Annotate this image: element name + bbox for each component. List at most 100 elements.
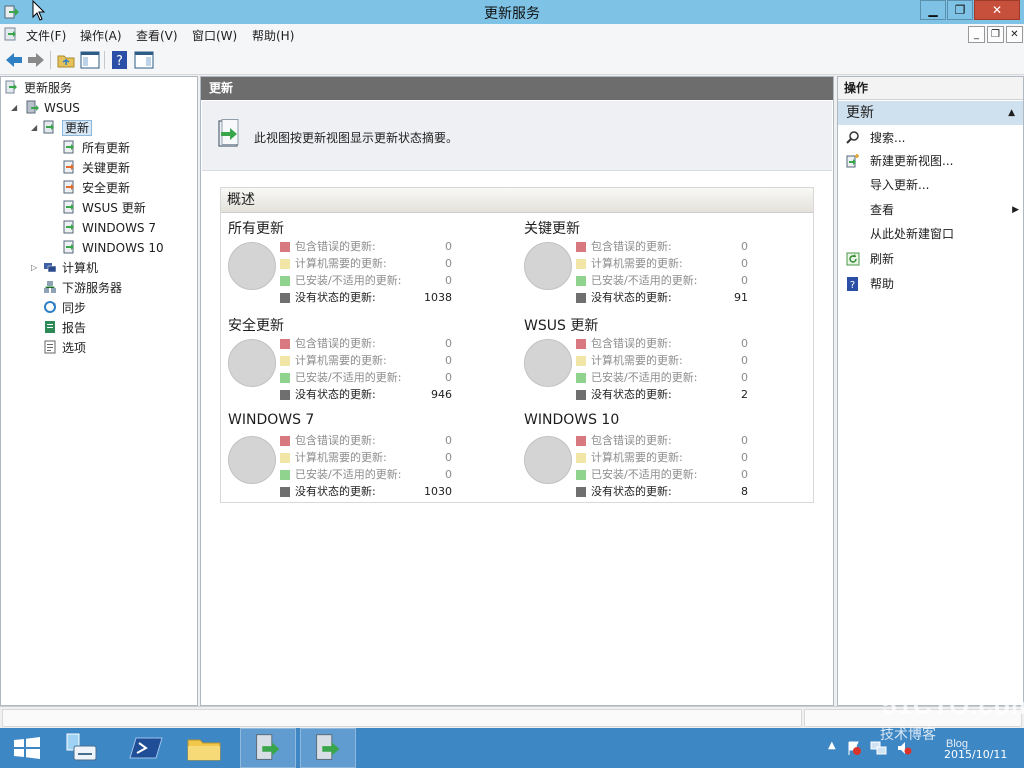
child-restore-button[interactable]: ❐ [987, 26, 1004, 43]
back-arrow-icon[interactable] [4, 50, 24, 70]
status-swatch [280, 356, 290, 366]
menu-view[interactable]: 查看(V) [136, 27, 178, 44]
tree-item-update-services[interactable]: 更新服务 [5, 79, 72, 98]
tree-item-wsus-server[interactable]: WSUS [25, 99, 80, 118]
status-swatch [280, 436, 290, 446]
title-bar: 更新服务 ▁ ❐ ✕ [0, 0, 1024, 24]
status-label: 计算机需要的更新: [295, 354, 387, 367]
group-title[interactable]: 关键更新 [524, 218, 580, 238]
update-services-taskbar-icon[interactable] [240, 728, 296, 768]
status-label: 已安装/不适用的更新: [591, 371, 698, 384]
tree-item-windows-10[interactable]: WINDOWS 10 [63, 239, 164, 258]
tree-item-windows-7[interactable]: WINDOWS 7 [63, 219, 156, 238]
status-swatch [280, 259, 290, 269]
status-row-errors: 包含错误的更新: 0 [576, 335, 756, 352]
tree-item-options[interactable]: 选项 [43, 339, 86, 358]
status-swatch [576, 276, 586, 286]
up-folder-icon[interactable] [56, 50, 76, 70]
powershell-icon[interactable] [118, 728, 174, 768]
status-pie-chart [228, 436, 276, 484]
status-count: 0 [741, 434, 748, 447]
start-windows-icon[interactable] [0, 728, 56, 768]
tree-item-critical-updates[interactable]: 关键更新 [63, 159, 130, 178]
action-help[interactable]: ? 帮助 [846, 274, 1021, 294]
search-icon [846, 131, 859, 144]
child-close-button[interactable]: ✕ [1006, 26, 1023, 43]
expand-arrow-icon[interactable]: ▷ [31, 263, 37, 272]
status-label: 包含错误的更新: [591, 337, 672, 350]
actions-pane: 操作 更新 ▲ 搜索... 新建更新视图... 导入更新... 查看 ▶ 从此处… [837, 76, 1024, 706]
collapse-arrow-icon[interactable]: ◢ [11, 103, 17, 112]
file-explorer-icon[interactable] [176, 728, 232, 768]
action-view[interactable]: 查看 ▶ [846, 200, 1021, 220]
status-count[interactable]: 8 [741, 483, 748, 500]
update-summary-group: 安全更新 包含错误的更新: 0 计算机需要的更新: 0 已安装/不适用的更新: 0 没有状态的… [228, 315, 518, 407]
status-label: 计算机需要的更新: [591, 257, 683, 270]
status-count: 0 [741, 371, 748, 384]
status-swatch [280, 487, 290, 497]
maximize-button[interactable]: ❐ [947, 0, 973, 20]
menu-file[interactable]: 文件(F) [26, 27, 66, 44]
menu-help[interactable]: 帮助(H) [252, 27, 294, 44]
status-count[interactable]: 91 [734, 289, 748, 306]
description-text: 此视图按更新视图显示更新状态摘要。 [254, 131, 459, 145]
group-title[interactable]: WSUS 更新 [524, 315, 598, 335]
restore-icon: ❐ [991, 29, 1000, 40]
status-swatch [576, 373, 586, 383]
menu-window[interactable]: 窗口(W) [192, 27, 237, 44]
tree-item-wsus-updates[interactable]: WSUS 更新 [63, 199, 146, 218]
status-count: 0 [741, 240, 748, 253]
watermark-subtitle: 技术博客 [880, 726, 936, 742]
tree-item-updates[interactable]: 更新 [43, 119, 93, 138]
status-label: 计算机需要的更新: [591, 451, 683, 464]
status-count[interactable]: 1030 [424, 483, 452, 500]
computers-icon [44, 263, 57, 273]
update-summary-group: 所有更新 包含错误的更新: 0 计算机需要的更新: 0 已安装/不适用的更新: 0 没有状态的… [228, 218, 518, 310]
group-title[interactable]: WINDOWS 10 [524, 412, 619, 428]
menu-action[interactable]: 操作(A) [80, 27, 122, 44]
tree-item-reports[interactable]: 报告 [43, 319, 86, 338]
group-title[interactable]: 所有更新 [228, 218, 284, 238]
status-pie-chart [228, 242, 276, 290]
tree-item-synchronizations[interactable]: 同步 [43, 299, 86, 318]
show-hide-action-pane-icon[interactable] [134, 50, 154, 70]
status-count[interactable]: 946 [431, 386, 452, 403]
status-count[interactable]: 1038 [424, 289, 452, 306]
server-manager-icon[interactable] [56, 728, 112, 768]
action-new-update-view[interactable]: 新建更新视图... [846, 151, 1021, 171]
child-minimize-button[interactable]: _ [968, 26, 985, 43]
minimize-button[interactable]: ▁ [920, 0, 946, 20]
results-pane: 更新 此视图按更新视图显示更新状态摘要。 概述 所有更新 包含错误的更新: 0 计算机… [200, 76, 834, 706]
status-label: 已安装/不适用的更新: [295, 371, 402, 384]
action-refresh[interactable]: 刷新 [846, 249, 1021, 269]
status-swatch [280, 373, 290, 383]
toolbar: ? [0, 45, 1024, 75]
forward-arrow-icon[interactable] [26, 50, 46, 70]
tree-item-computers[interactable]: 计算机 [43, 259, 98, 278]
action-import-updates[interactable]: 导入更新... [846, 175, 1021, 195]
tree-item-security-updates[interactable]: 安全更新 [63, 179, 130, 198]
help-icon[interactable]: ? [110, 50, 130, 70]
status-count[interactable]: 2 [741, 386, 748, 403]
show-hidden-icons-icon[interactable]: ▲ [828, 740, 836, 751]
status-swatch [576, 293, 586, 303]
action-center-flag-icon[interactable] [846, 740, 862, 756]
tree-item-all-updates[interactable]: 所有更新 [63, 139, 130, 158]
status-label: 已安装/不适用的更新: [591, 274, 698, 287]
close-button[interactable]: ✕ [974, 0, 1020, 20]
action-new-window-from-here[interactable]: 从此处新建窗口 [846, 224, 1021, 244]
group-title[interactable]: WINDOWS 7 [228, 412, 314, 428]
collapse-arrow-icon[interactable]: ◢ [31, 123, 37, 132]
watermark-blog: Blog [946, 738, 969, 750]
status-pie-chart [524, 339, 572, 387]
tree-item-downstream-servers[interactable]: 下游服务器 [43, 279, 122, 298]
show-hide-console-tree-icon[interactable] [80, 50, 100, 70]
update-view-icon [63, 140, 74, 154]
status-pie-chart [524, 242, 572, 290]
update-services-taskbar-icon-2[interactable] [300, 728, 356, 768]
action-search[interactable]: 搜索... [846, 128, 1021, 148]
actions-section-updates[interactable]: 更新 ▲ [838, 101, 1023, 125]
results-pane-header: 更新 [201, 77, 833, 100]
status-swatch [280, 453, 290, 463]
group-title[interactable]: 安全更新 [228, 315, 284, 335]
